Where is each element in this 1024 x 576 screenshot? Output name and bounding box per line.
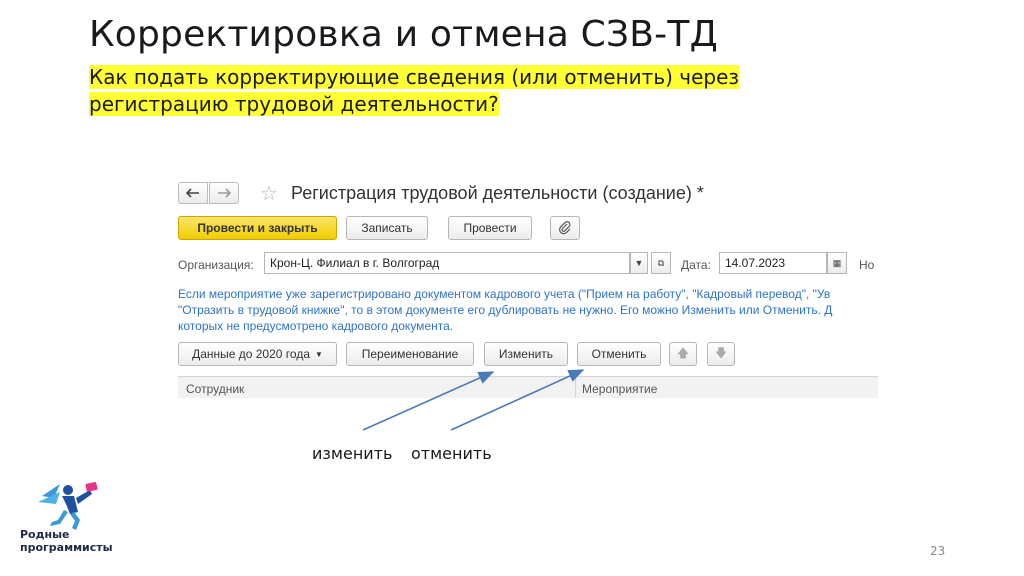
change-caption: изменить xyxy=(312,444,393,463)
back-button[interactable] xyxy=(178,182,208,204)
data-before-2020-button[interactable]: Данные до 2020 года ▼ xyxy=(178,342,337,366)
open-icon[interactable]: ⧉ xyxy=(651,252,671,274)
paperclip-icon xyxy=(559,221,571,235)
info-line-3: которых не предусмотрено кадрового докум… xyxy=(178,319,454,333)
subtitle-line-2: регистрацию трудовой деятельности? xyxy=(89,92,499,116)
column-header-event[interactable]: Мероприятие xyxy=(582,382,657,396)
change-button[interactable]: Изменить xyxy=(484,342,568,366)
calendar-icon[interactable]: ▦ xyxy=(827,252,847,274)
column-header-employee[interactable]: Сотрудник xyxy=(186,382,244,396)
cancel-button[interactable]: Отменить xyxy=(577,342,661,366)
column-divider xyxy=(575,377,576,398)
info-line-1: Если мероприятие уже зарегистрировано до… xyxy=(178,287,831,301)
organization-field[interactable]: Крон-Ц. Филиал в г. Волгоград xyxy=(264,252,630,274)
forward-button[interactable] xyxy=(209,182,239,204)
arrow-up-icon: 🡅 xyxy=(676,345,690,360)
number-label: Но xyxy=(859,258,875,272)
slide-subtitle: Как подать корректирующие сведения (или … xyxy=(89,64,740,118)
slide-title: Корректировка и отмена СЗВ-ТД xyxy=(89,14,718,55)
move-down-button[interactable]: 🡇 xyxy=(707,342,735,366)
arrow-right-icon xyxy=(218,188,231,198)
attach-button[interactable] xyxy=(550,216,580,240)
star-icon[interactable]: ☆ xyxy=(260,181,278,206)
chevron-down-icon: ▼ xyxy=(315,349,323,359)
subtitle-line-1: Как подать корректирующие сведения (или … xyxy=(89,65,740,89)
organization-label: Организация: xyxy=(178,258,254,272)
page-number: 23 xyxy=(930,544,946,558)
post-button[interactable]: Провести xyxy=(448,216,532,240)
rename-button[interactable]: Переименование xyxy=(346,342,474,366)
post-and-close-button[interactable]: Провести и закрыть xyxy=(178,216,337,240)
logo-line-2: программисты xyxy=(20,541,113,554)
logo-line-1: Родные xyxy=(20,528,70,541)
info-text: Если мероприятие уже зарегистрировано до… xyxy=(178,286,878,334)
table-header: Сотрудник Мероприятие xyxy=(178,376,878,398)
write-button[interactable]: Записать xyxy=(346,216,428,240)
form-title: Регистрация трудовой деятельности (созда… xyxy=(291,183,704,203)
move-up-button[interactable]: 🡅 xyxy=(669,342,697,366)
date-field[interactable]: 14.07.2023 xyxy=(719,252,827,274)
data-before-2020-label: Данные до 2020 года xyxy=(192,347,310,361)
info-line-2: "Отразить в трудовой книжке", то в этом … xyxy=(178,303,833,317)
date-label: Дата: xyxy=(681,258,711,272)
cancel-caption: отменить xyxy=(411,444,492,463)
logo-text: Родные программисты xyxy=(20,528,113,554)
arrow-left-icon xyxy=(186,188,199,198)
app-screenshot: ☆ Регистрация трудовой деятельности (соз… xyxy=(176,176,878,398)
arrow-down-icon: 🡇 xyxy=(714,345,728,360)
organization-dropdown-icon[interactable]: ▼ xyxy=(630,252,648,274)
